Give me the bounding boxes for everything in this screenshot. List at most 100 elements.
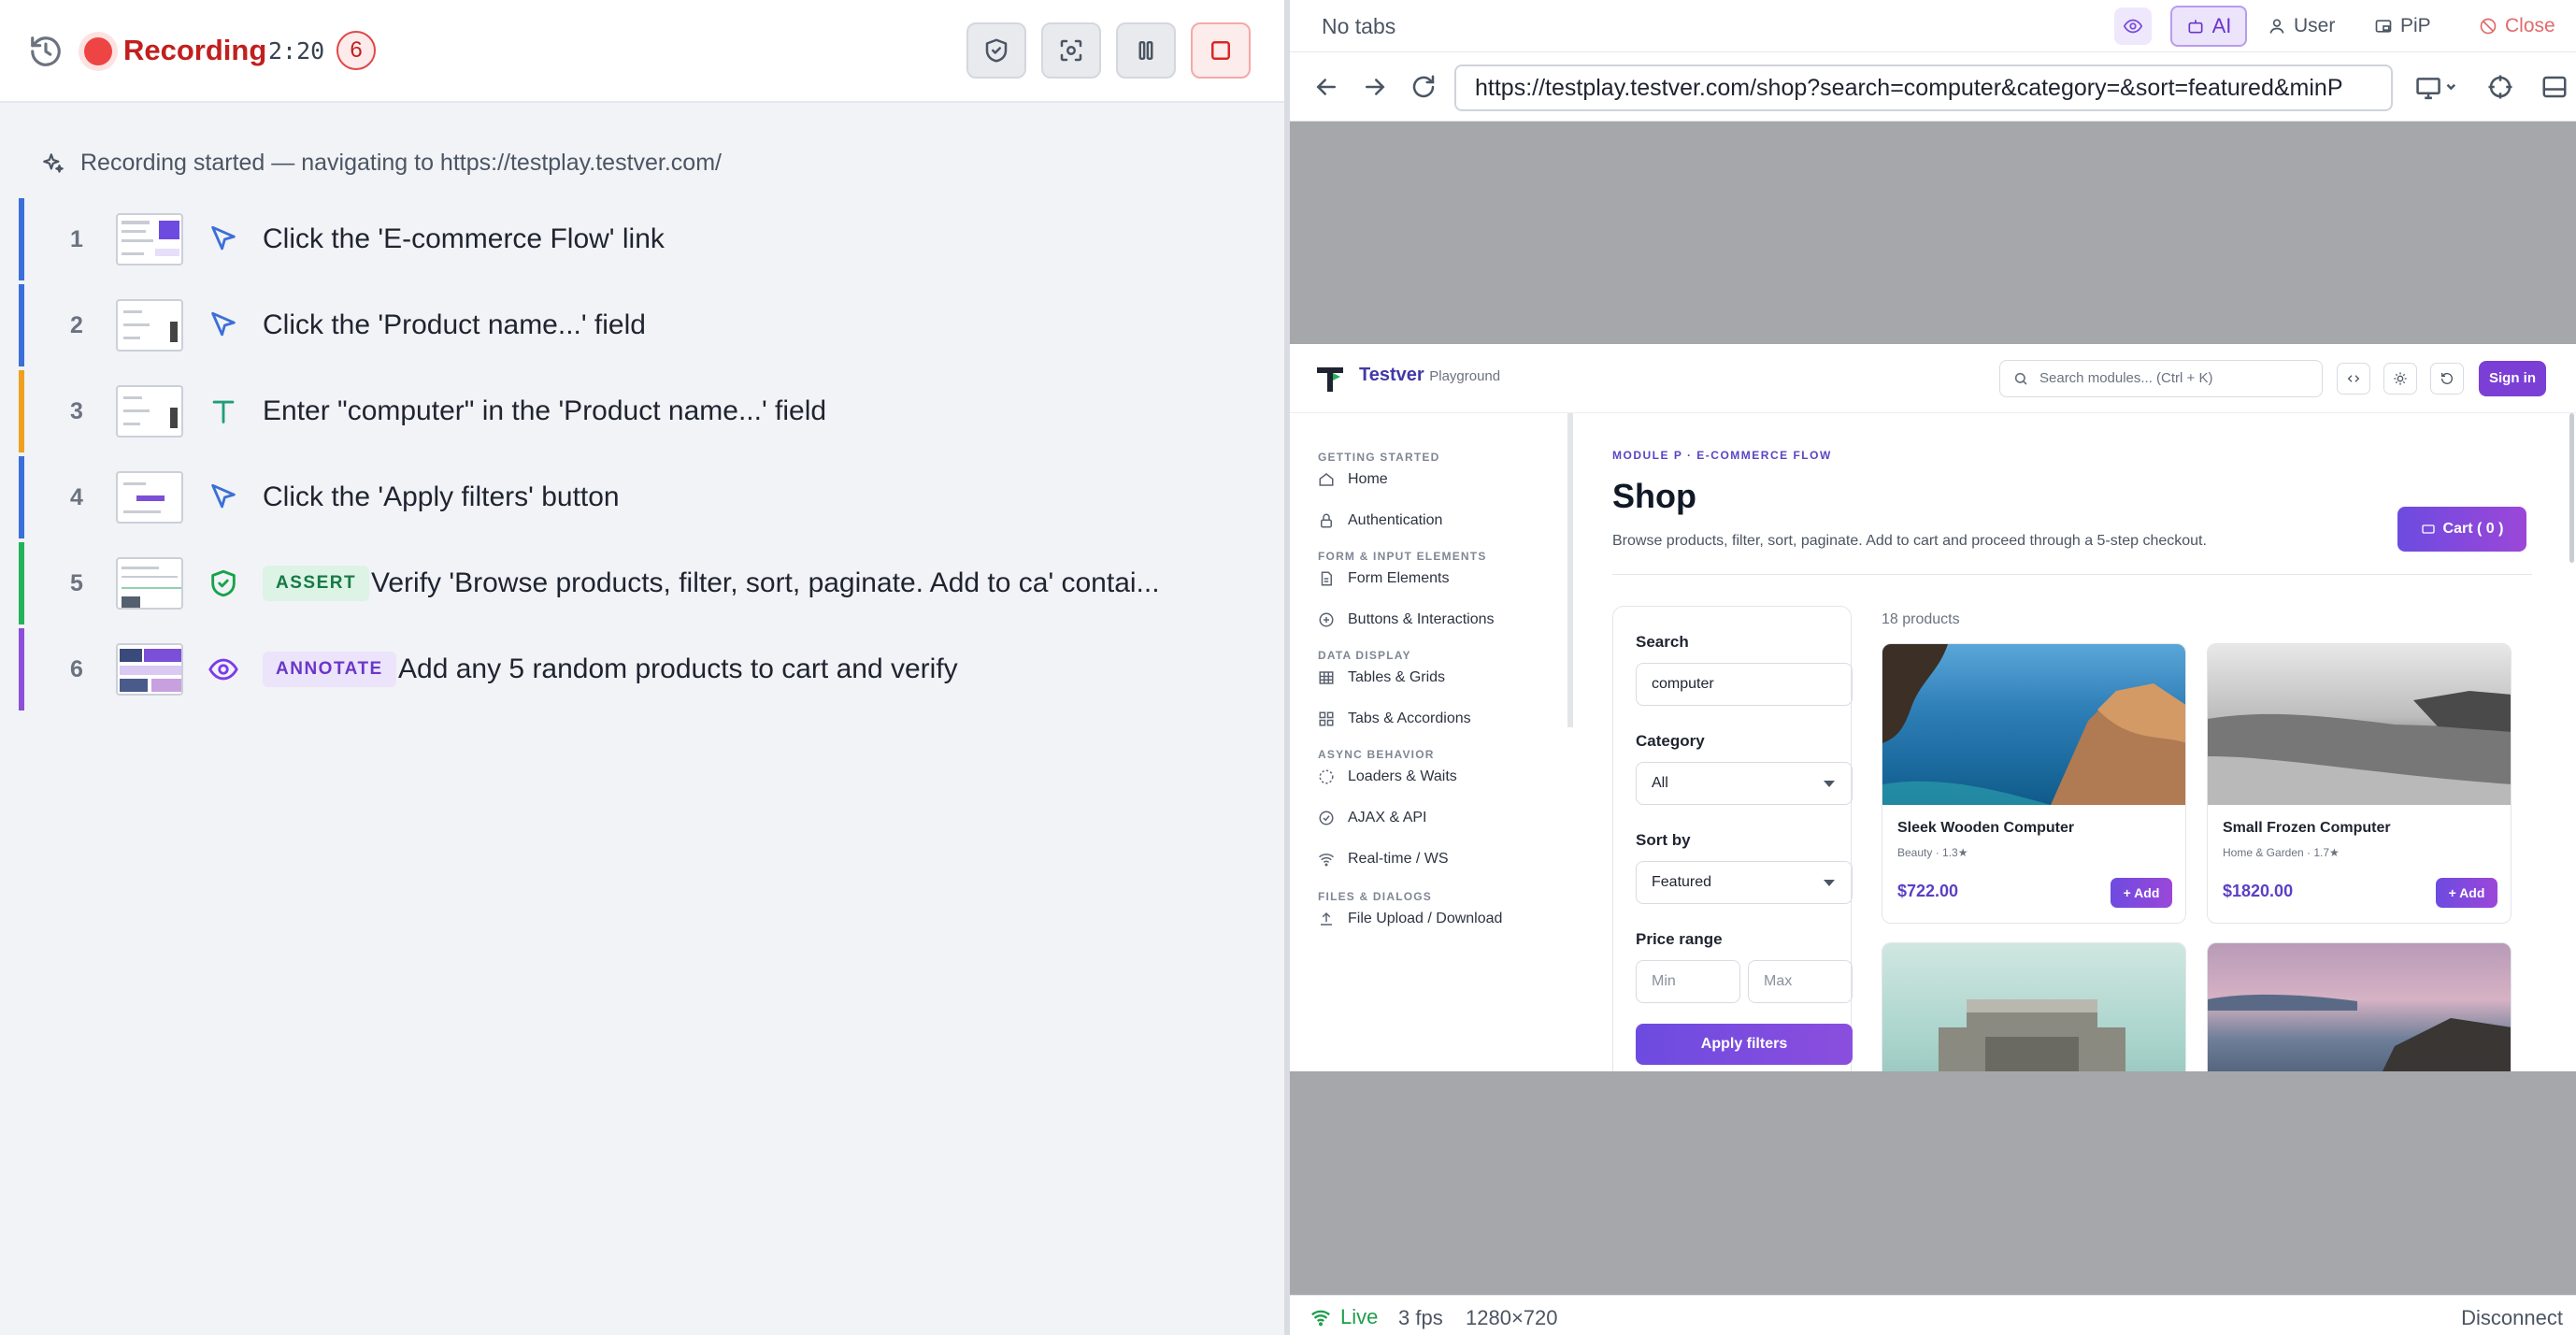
apply-filters-button[interactable]: Apply filters bbox=[1636, 1024, 1853, 1065]
product-card[interactable] bbox=[2207, 942, 2512, 1071]
history-icon[interactable] bbox=[28, 34, 64, 69]
reload-icon[interactable] bbox=[1410, 73, 1438, 101]
started-text: Recording started — navigating to https:… bbox=[80, 150, 722, 176]
chevron-down-icon bbox=[1824, 880, 1835, 886]
sidebar-item-buttons[interactable]: Buttons & Interactions bbox=[1318, 611, 1495, 628]
product-card[interactable] bbox=[1882, 942, 2186, 1071]
status-bar: Live 3 fps 1280×720 Disconnect bbox=[1290, 1295, 2576, 1335]
sidebar-item-realtime[interactable]: Real-time / WS bbox=[1318, 851, 1449, 868]
cart-button[interactable]: Cart ( 0 ) bbox=[2397, 507, 2526, 552]
code-icon[interactable] bbox=[2337, 363, 2370, 395]
add-assertion-button[interactable] bbox=[966, 22, 1026, 79]
site-header: Testver Playground Search modules... (Ct… bbox=[1290, 344, 2576, 413]
document-icon bbox=[1321, 571, 1332, 586]
max-price-input[interactable]: Max bbox=[1748, 960, 1853, 1003]
product-name[interactable]: Sleek Wooden Computer bbox=[1897, 820, 2074, 837]
upload-icon bbox=[1321, 912, 1332, 926]
sidebar-item-file-upload[interactable]: File Upload / Download bbox=[1318, 911, 1502, 927]
stop-recording-button[interactable] bbox=[1191, 22, 1251, 79]
close-button[interactable]: Close bbox=[2479, 6, 2555, 47]
loader-icon bbox=[1319, 769, 1334, 784]
product-image[interactable] bbox=[2208, 644, 2511, 805]
step-thumbnail[interactable] bbox=[116, 557, 183, 610]
page-title: Shop bbox=[1612, 477, 1696, 515]
no-tabs-label: No tabs bbox=[1322, 14, 1396, 38]
recording-indicator bbox=[84, 37, 112, 65]
close-circle-icon bbox=[2480, 18, 2497, 35]
theme-sun-icon[interactable] bbox=[2383, 363, 2417, 395]
crosshair-icon[interactable] bbox=[2486, 73, 2514, 101]
min-price-input[interactable]: Min bbox=[1636, 960, 1740, 1003]
sidebar-scrollbar[interactable] bbox=[1567, 413, 1573, 727]
check-circle-icon bbox=[1319, 811, 1334, 825]
add-to-cart-button[interactable]: + Add bbox=[2111, 878, 2172, 908]
scan-icon bbox=[1060, 39, 1082, 62]
page-scrollbar[interactable] bbox=[2569, 413, 2574, 563]
pause-button[interactable] bbox=[1116, 22, 1176, 79]
forward-icon[interactable] bbox=[1361, 73, 1389, 101]
search-icon bbox=[2014, 372, 2027, 385]
url-input[interactable]: https://testplay.testver.com/shop?search… bbox=[1454, 65, 2393, 111]
product-card[interactable]: Sleek Wooden Computer Beauty · 1.3★ $722… bbox=[1882, 643, 2186, 924]
observe-toggle[interactable] bbox=[2114, 7, 2152, 45]
sidebar-section: ASYNC BEHAVIOR bbox=[1318, 748, 1435, 761]
category-label: Category bbox=[1636, 732, 1705, 750]
step-item[interactable]: 1 Click the 'E-commerce Flow' link bbox=[19, 198, 1262, 280]
product-card[interactable]: Small Frozen Computer Home & Garden · 1.… bbox=[2207, 643, 2512, 924]
add-to-cart-button[interactable]: + Add bbox=[2436, 878, 2497, 908]
sidebar-item-home[interactable]: Home bbox=[1318, 471, 1388, 488]
sidebar-item-tabs[interactable]: Tabs & Accordions bbox=[1318, 711, 1471, 727]
step-item[interactable]: 6 ANNOTATE Add any 5 random products to … bbox=[19, 628, 1262, 711]
step-thumbnail[interactable] bbox=[116, 213, 183, 266]
page-viewport[interactable]: Testver Playground Search modules... (Ct… bbox=[1290, 344, 2576, 1071]
reset-icon[interactable] bbox=[2430, 363, 2464, 395]
cursor-icon bbox=[208, 481, 239, 513]
sort-select[interactable]: Featured bbox=[1636, 861, 1853, 904]
step-item[interactable]: 2 Click the 'Product name...' field bbox=[19, 284, 1262, 366]
sidebar-item-ajax[interactable]: AJAX & API bbox=[1318, 810, 1426, 826]
recording-status: Recording bbox=[123, 34, 267, 66]
product-search-input[interactable]: computer bbox=[1636, 663, 1853, 706]
product-image[interactable] bbox=[1882, 943, 2185, 1071]
step-item[interactable]: 3 Enter "computer" in the 'Product name.… bbox=[19, 370, 1262, 452]
testver-logo[interactable] bbox=[1314, 363, 1346, 395]
step-item[interactable]: 5 ASSERT Verify 'Browse products, filter… bbox=[19, 542, 1262, 624]
site-sidebar: GETTING STARTED Home Authentication FORM… bbox=[1290, 413, 1570, 1071]
eye-icon bbox=[2123, 19, 2143, 34]
lock-icon bbox=[1321, 513, 1332, 528]
wifi-icon bbox=[1319, 854, 1334, 867]
step-thumbnail[interactable] bbox=[116, 643, 183, 696]
device-select-icon[interactable] bbox=[2415, 73, 2458, 101]
sidebar-item-tables[interactable]: Tables & Grids bbox=[1318, 669, 1445, 686]
sidebar-item-loaders[interactable]: Loaders & Waits bbox=[1318, 768, 1457, 785]
pip-button[interactable]: PiP bbox=[2374, 6, 2431, 47]
sidebar-section: DATA DISPLAY bbox=[1318, 649, 1411, 662]
recorder-header: Recording 2:20 6 bbox=[0, 0, 1284, 103]
screenshot-button[interactable] bbox=[1041, 22, 1101, 79]
search-filter-label: Search bbox=[1636, 633, 1689, 651]
step-count-badge: 6 bbox=[336, 31, 376, 70]
sidebar-item-authentication[interactable]: Authentication bbox=[1318, 512, 1442, 529]
back-icon[interactable] bbox=[1312, 73, 1340, 101]
product-image[interactable] bbox=[1882, 644, 2185, 805]
sidebar-item-form-elements[interactable]: Form Elements bbox=[1318, 570, 1449, 587]
sidebar-toggle-icon[interactable] bbox=[2540, 73, 2569, 101]
sidebar-section: GETTING STARTED bbox=[1318, 451, 1440, 464]
user-mode-button[interactable]: User bbox=[2268, 6, 2335, 47]
sign-in-button[interactable]: Sign in bbox=[2479, 361, 2546, 396]
step-thumbnail[interactable] bbox=[116, 299, 183, 352]
module-search-input[interactable]: Search modules... (Ctrl + K) bbox=[1999, 360, 2323, 397]
step-thumbnail[interactable] bbox=[116, 471, 183, 524]
site-brand[interactable]: Testver Playground bbox=[1359, 365, 1500, 386]
eye-icon bbox=[208, 653, 239, 685]
disconnect-button[interactable]: Disconnect bbox=[2461, 1306, 2563, 1330]
product-meta: Beauty · 1.3★ bbox=[1897, 846, 1968, 859]
product-image[interactable] bbox=[2208, 943, 2511, 1071]
ai-mode-button[interactable]: AI bbox=[2170, 6, 2247, 47]
ai-label: AI bbox=[2211, 14, 2232, 37]
product-name[interactable]: Small Frozen Computer bbox=[2223, 820, 2391, 837]
pip-label: PiP bbox=[2400, 15, 2431, 36]
category-select[interactable]: All bbox=[1636, 762, 1853, 805]
step-item[interactable]: 4 Click the 'Apply filters' button bbox=[19, 456, 1262, 538]
step-thumbnail[interactable] bbox=[116, 385, 183, 438]
